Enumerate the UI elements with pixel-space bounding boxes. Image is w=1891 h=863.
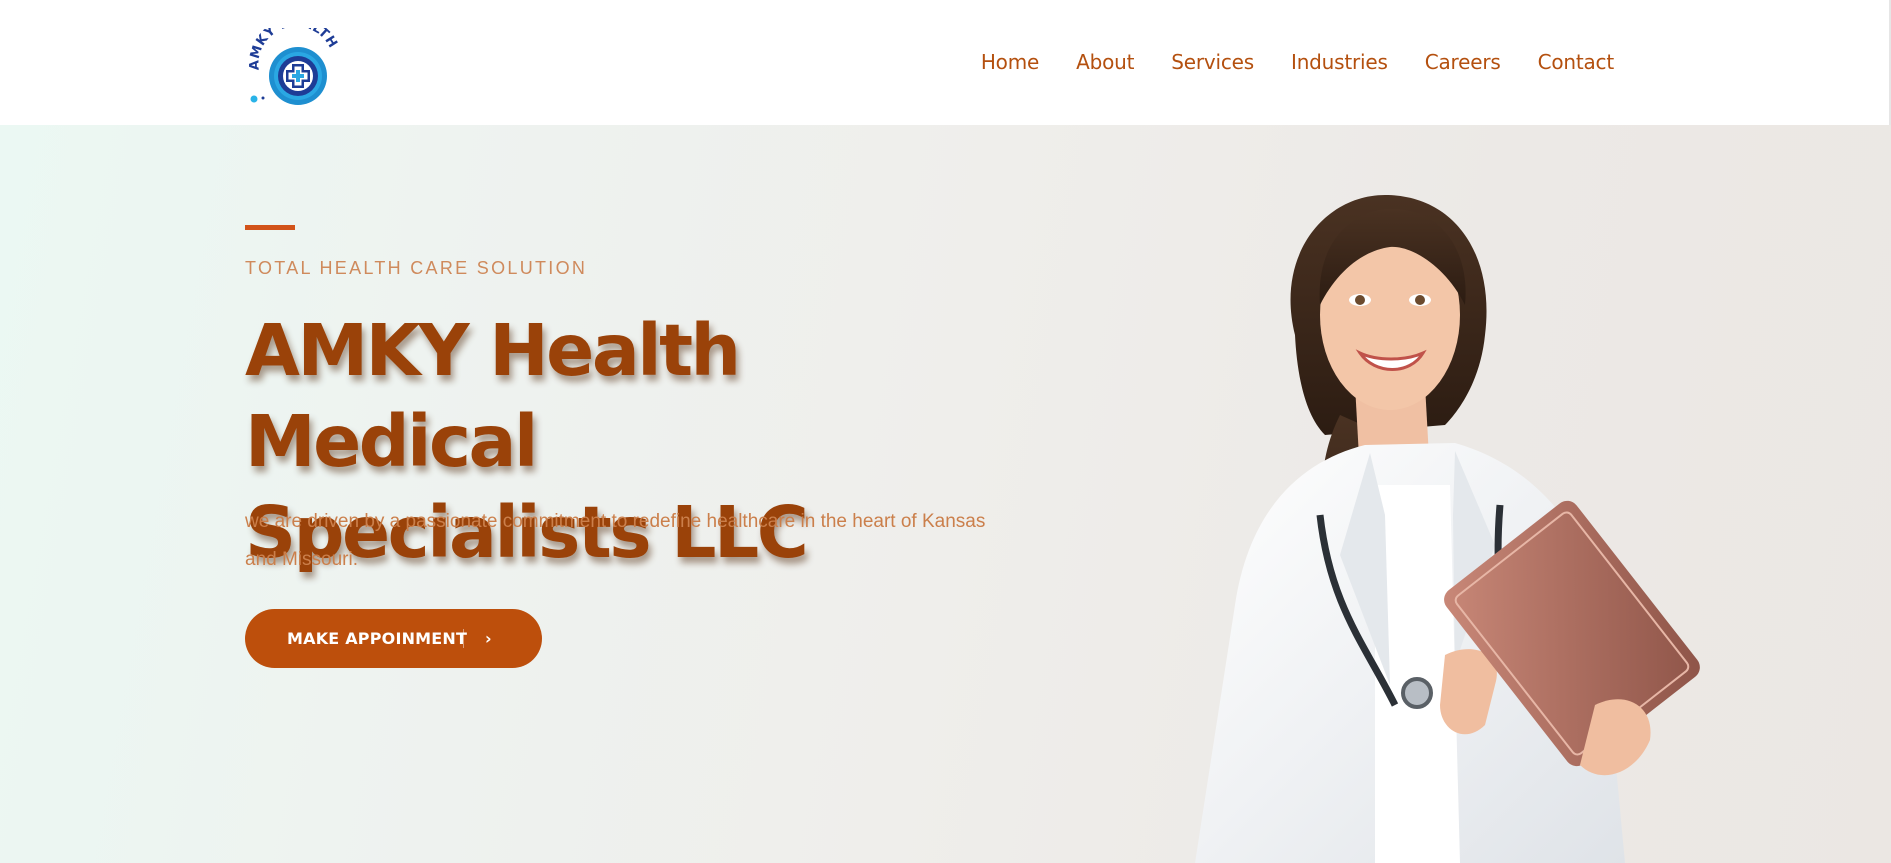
nav-home[interactable]: Home (981, 50, 1039, 74)
hero-eyebrow: TOTAL HEALTH CARE SOLUTION (245, 258, 588, 278)
doctor-image (1155, 185, 1775, 863)
hero-description: we are driven by a passionate commitment… (245, 511, 986, 570)
nav-about[interactable]: About (1076, 50, 1134, 74)
hero-section: TOTAL HEALTH CARE SOLUTION AMKY Health M… (0, 125, 1891, 863)
nav-services[interactable]: Services (1171, 50, 1254, 74)
nav-contact[interactable]: Contact (1538, 50, 1615, 74)
button-divider (463, 629, 464, 648)
site-header: AMKY HEALTH Home About Services Industri… (0, 0, 1891, 125)
hero-title-line-1: AMKY Health Medical (245, 309, 741, 483)
accent-bar (245, 225, 295, 230)
amky-health-logo[interactable]: AMKY HEALTH (245, 15, 345, 108)
chevron-right-icon: › (485, 629, 492, 648)
main-nav: Home About Services Industries Careers C… (981, 47, 1614, 77)
make-appointment-button[interactable]: MAKE APPOINMENT › (245, 609, 542, 668)
nav-industries[interactable]: Industries (1291, 50, 1388, 74)
make-appointment-label: MAKE APPOINMENT (287, 629, 468, 648)
nav-careers[interactable]: Careers (1425, 50, 1501, 74)
